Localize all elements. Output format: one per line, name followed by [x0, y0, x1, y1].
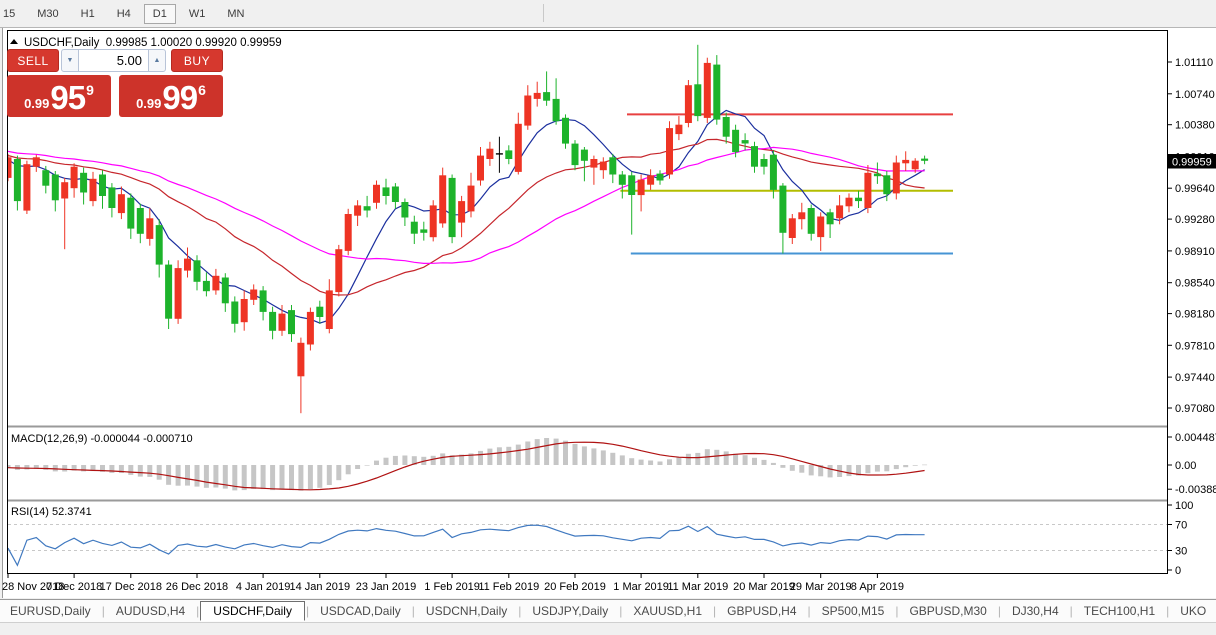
chart-tab-usdcnh-daily[interactable]: USDCNH,Daily — [416, 602, 517, 620]
tab-separator: | — [895, 604, 898, 618]
svg-text:100: 100 — [1175, 500, 1193, 512]
lot-increase-button[interactable]: ▲ — [148, 49, 166, 72]
lot-decrease-button[interactable]: ▼ — [61, 49, 79, 72]
svg-text:14 Jan 2019: 14 Jan 2019 — [290, 581, 351, 593]
svg-text:0.98540: 0.98540 — [1175, 278, 1215, 290]
svg-text:0.98180: 0.98180 — [1175, 309, 1215, 321]
svg-text:0.004487: 0.004487 — [1175, 432, 1216, 444]
svg-text:17 Dec 2018: 17 Dec 2018 — [100, 581, 162, 593]
chart-tab-audusd-h4[interactable]: AUDUSD,H4 — [106, 602, 195, 620]
buy-price-big: 99 — [162, 81, 197, 114]
sell-price-big: 95 — [50, 81, 85, 114]
timeframe-button-h4[interactable]: H4 — [108, 4, 140, 24]
svg-text:1.00740: 1.00740 — [1175, 89, 1215, 101]
one-click-trading-panel: SELL ▼ ▲ BUY 0.99959 0.99996 — [7, 49, 231, 118]
timeframe-button-d1[interactable]: D1 — [144, 4, 176, 24]
chart-tab-gbpusd-m30[interactable]: GBPUSD,M30 — [899, 602, 996, 620]
chart-tab-usdchf-daily[interactable]: USDCHF,Daily — [200, 601, 305, 621]
svg-text:0.98910: 0.98910 — [1175, 246, 1215, 258]
timeframe-button-15[interactable]: 15 — [0, 4, 24, 24]
chart-tab-dj30-h4[interactable]: DJ30,H4 — [1002, 602, 1069, 620]
tab-separator: | — [998, 604, 1001, 618]
svg-text:USDCHF,Daily 0.99985 1.00020: USDCHF,Daily 0.99985 1.00020 0.99920 0.9… — [24, 37, 282, 49]
svg-text:7 Dec 2018: 7 Dec 2018 — [46, 581, 102, 593]
tab-separator: | — [1070, 604, 1073, 618]
buy-price-prefix: 0.99 — [136, 94, 161, 114]
svg-text:0.99280: 0.99280 — [1175, 214, 1215, 226]
svg-text:0.99959: 0.99959 — [1172, 157, 1212, 169]
svg-text:0.99640: 0.99640 — [1175, 183, 1215, 195]
sell-price-prefix: 0.99 — [24, 94, 49, 114]
svg-text:0.00: 0.00 — [1175, 460, 1196, 472]
chart-tab-xauusd-h1[interactable]: XAUUSD,H1 — [623, 602, 712, 620]
svg-text:20 Feb 2019: 20 Feb 2019 — [544, 581, 606, 593]
svg-text:70: 70 — [1175, 520, 1187, 532]
chart-tab-usdcad-daily[interactable]: USDCAD,Daily — [310, 602, 411, 620]
tab-separator: | — [713, 604, 716, 618]
buy-price-box[interactable]: 0.99996 — [119, 75, 223, 117]
chart-tab-uko[interactable]: UKO — [1170, 602, 1216, 620]
svg-text:MACD(12,26,9) -0.000044 -0.000: MACD(12,26,9) -0.000044 -0.000710 — [11, 433, 193, 445]
sell-button[interactable]: SELL — [7, 49, 59, 72]
chart-tab-gbpusd-h4[interactable]: GBPUSD,H4 — [717, 602, 806, 620]
chart-tab-eurusd-daily[interactable]: EURUSD,Daily — [0, 602, 101, 620]
timeframe-button-mn[interactable]: MN — [218, 4, 253, 24]
svg-text:0.97080: 0.97080 — [1175, 403, 1215, 415]
chart-tab-tech100-h1[interactable]: TECH100,H1 — [1074, 602, 1165, 620]
sell-price-sup: 9 — [86, 83, 94, 97]
tab-separator: | — [518, 604, 521, 618]
timeframe-toolbar: 15M30H1H4D1W1MN — [0, 0, 1216, 28]
svg-text:20 Mar 2019: 20 Mar 2019 — [733, 581, 795, 593]
chart-tab-usdjpy-daily[interactable]: USDJPY,Daily — [522, 602, 618, 620]
svg-text:30: 30 — [1175, 546, 1187, 558]
svg-text:1 Mar 2019: 1 Mar 2019 — [613, 581, 669, 593]
timeframe-button-h1[interactable]: H1 — [72, 4, 104, 24]
buy-price-sup: 6 — [198, 83, 206, 97]
timeframe-button-m30[interactable]: M30 — [28, 4, 67, 24]
toolbar-divider — [543, 4, 544, 22]
svg-text:0.97810: 0.97810 — [1175, 340, 1215, 352]
tab-separator: | — [102, 604, 105, 618]
svg-text:0: 0 — [1175, 565, 1181, 577]
svg-text:4 Jan 2019: 4 Jan 2019 — [236, 581, 290, 593]
tab-separator: | — [619, 604, 622, 618]
lot-size-input[interactable] — [79, 49, 148, 72]
tab-separator: | — [1166, 604, 1169, 618]
svg-text:11 Feb 2019: 11 Feb 2019 — [478, 581, 539, 593]
svg-text:26 Dec 2018: 26 Dec 2018 — [166, 581, 228, 593]
svg-text:1 Feb 2019: 1 Feb 2019 — [424, 581, 480, 593]
tab-separator: | — [306, 604, 309, 618]
timeframe-button-w1[interactable]: W1 — [180, 4, 215, 24]
sell-price-box[interactable]: 0.99959 — [7, 75, 111, 117]
tab-separator: | — [196, 604, 199, 618]
svg-text:8 Apr 2019: 8 Apr 2019 — [851, 581, 904, 593]
svg-text:29 Mar 2019: 29 Mar 2019 — [790, 581, 852, 593]
chart-tab-bar: EURUSD,Daily|AUDUSD,H4|USDCHF,Daily|USDC… — [0, 599, 1216, 622]
buy-button[interactable]: BUY — [171, 49, 223, 72]
svg-text:1.00380: 1.00380 — [1175, 120, 1215, 132]
tab-separator: | — [808, 604, 811, 618]
spinner-up-icon: ▲ — [154, 57, 161, 64]
svg-text:23 Jan 2019: 23 Jan 2019 — [356, 581, 417, 593]
svg-text:11 Mar 2019: 11 Mar 2019 — [667, 581, 728, 593]
chart-tab-sp500-m15[interactable]: SP500,M15 — [812, 602, 895, 620]
svg-text:0.97440: 0.97440 — [1175, 372, 1215, 384]
spinner-down-icon: ▼ — [67, 57, 74, 64]
tab-separator: | — [412, 604, 415, 618]
svg-text:RSI(14) 52.3741: RSI(14) 52.3741 — [11, 506, 92, 518]
svg-text:-0.003883: -0.003883 — [1175, 484, 1216, 496]
svg-text:1.01110: 1.01110 — [1175, 57, 1213, 69]
